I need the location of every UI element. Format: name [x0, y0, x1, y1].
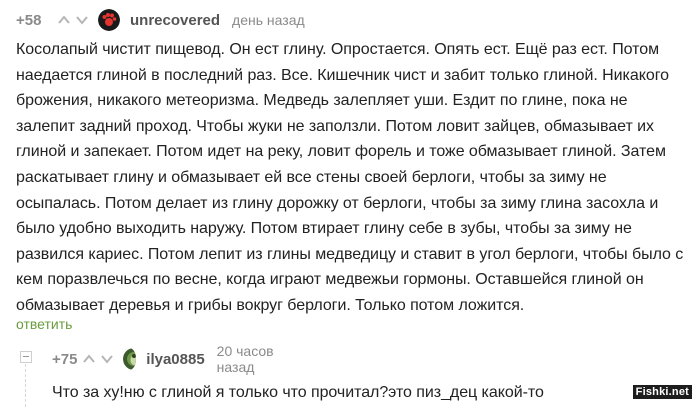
reply-rating: +75 — [52, 350, 78, 368]
watermark-logo: Fishki.net — [632, 385, 692, 399]
upvote-icon[interactable] — [83, 353, 96, 365]
reply-button[interactable]: ответить — [16, 316, 72, 332]
comment-header: +58 unrecovered день назад — [16, 9, 305, 31]
downvote-icon[interactable] — [101, 353, 114, 365]
bear-paw-avatar-icon — [98, 9, 120, 31]
comment-username[interactable]: unrecovered — [130, 12, 220, 29]
downvote-icon[interactable] — [76, 14, 88, 26]
collapse-thread-button[interactable] — [20, 351, 32, 363]
upvote-icon[interactable] — [58, 14, 70, 26]
comment-timestamp: день назад — [232, 12, 305, 28]
reply-timestamp: 20 часов назад — [216, 343, 274, 375]
comment-text: Косолапый чистит пищевод. Он ест глину. … — [16, 41, 684, 314]
reply-header: +75 ilya0885 20 часов назад — [52, 343, 274, 375]
thread-line — [25, 364, 26, 407]
comment-rating: +58 — [16, 11, 42, 29]
reply-username[interactable]: ilya0885 — [146, 351, 204, 368]
avatar[interactable] — [98, 9, 120, 31]
avatar[interactable] — [123, 348, 137, 370]
reply-text: Что за ху!ню с глиной я только что прочи… — [52, 384, 544, 401]
green-avatar-icon — [123, 348, 137, 370]
